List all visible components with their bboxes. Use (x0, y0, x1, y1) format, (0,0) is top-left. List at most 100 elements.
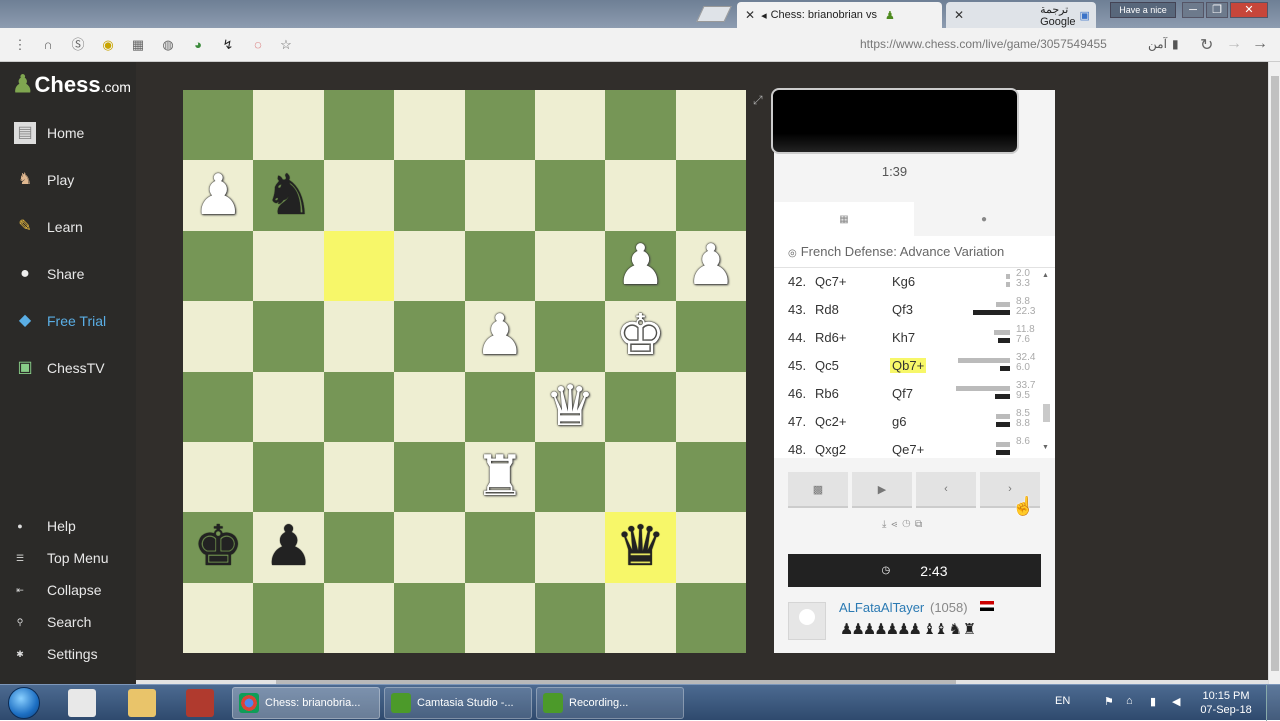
square-h6[interactable]: ♟ (675, 230, 746, 302)
square-b6[interactable] (253, 230, 324, 302)
system-clock[interactable]: 10:15 PM 07-Sep-18 (1196, 689, 1256, 717)
white-move[interactable]: Qc5 (815, 358, 839, 373)
square-a4[interactable] (183, 371, 254, 442)
square-g4[interactable] (605, 371, 676, 442)
scroll-down-icon[interactable]: ▼ (1042, 444, 1049, 451)
square-g5[interactable]: ♚ (605, 301, 676, 372)
close-tab-icon[interactable]: ✕ (954, 8, 964, 22)
square-c8[interactable] (323, 90, 395, 161)
square-g3[interactable] (605, 441, 676, 513)
square-b2[interactable]: ♟ (253, 512, 324, 583)
white-move[interactable]: Qc7+ (815, 274, 846, 289)
piece-f4[interactable]: ♛ (545, 378, 595, 435)
previous-move-button[interactable]: ‹ (916, 472, 976, 508)
square-b5[interactable] (253, 301, 324, 372)
sidebar-item-help[interactable]: ● Help (0, 515, 136, 537)
sidebar-item-free-trial[interactable]: ◆ Free Trial (0, 306, 136, 336)
scroll-thumb[interactable] (1271, 76, 1279, 671)
extension-search-icon[interactable]: ◉ (100, 37, 116, 53)
play-moves-button[interactable]: ▶ (852, 472, 912, 508)
square-b1[interactable] (253, 582, 324, 653)
new-tab-button[interactable] (696, 6, 732, 22)
sidebar-item-share[interactable]: ● Share (0, 259, 136, 289)
chess-board[interactable]: ♟ ♞ ♟ ♟ ♟ ♚ ♛ ♜ ♚ ♟ ♛ (183, 90, 746, 653)
chess-logo[interactable]: ♟Chess.com (12, 70, 131, 102)
flip-board-button[interactable]: ▩ (788, 472, 848, 508)
language-indicator[interactable]: EN (1055, 695, 1070, 707)
forward-icon[interactable]: → (1226, 35, 1242, 53)
player-name[interactable]: ALFataAlTayer (839, 600, 924, 615)
sidebar-item-learn[interactable]: ✎ Learn (0, 212, 136, 242)
square-b7[interactable]: ♞ (253, 160, 324, 231)
square-b4[interactable] (253, 371, 324, 442)
square-e8[interactable] (464, 90, 535, 161)
square-c3[interactable] (323, 441, 395, 513)
square-a3[interactable] (183, 441, 254, 513)
square-f3[interactable] (534, 441, 606, 513)
black-move[interactable]: Qb7+ (890, 358, 927, 373)
square-d2[interactable] (394, 512, 465, 583)
taskbar-item-chess[interactable]: Chess: brianobria... (232, 687, 380, 719)
network-icon[interactable]: ▮ (1150, 695, 1156, 708)
black-move[interactable]: Qf3 (890, 302, 915, 317)
piece-a7[interactable]: ♟ (193, 167, 243, 224)
square-d6[interactable] (394, 230, 465, 302)
square-b3[interactable] (253, 441, 324, 513)
piece-e5[interactable]: ♟ (475, 308, 525, 364)
url-text[interactable]: https://www.chess.com/live/game/30575494… (860, 37, 1107, 51)
square-d7[interactable] (394, 160, 465, 231)
square-h8[interactable] (675, 90, 746, 161)
extension-counter-icon[interactable]: ◌ (250, 37, 266, 53)
sidebar-item-chesstv[interactable]: ▣ ChessTV (0, 353, 136, 383)
start-button[interactable] (8, 687, 40, 719)
square-f1[interactable] (534, 582, 606, 653)
square-a7[interactable]: ♟ (183, 160, 254, 231)
download-icon[interactable]: ⤓ (882, 519, 891, 530)
square-f7[interactable] (534, 160, 606, 231)
show-desktop-button[interactable] (1266, 685, 1280, 721)
square-f4[interactable]: ♛ (534, 371, 606, 442)
square-a8[interactable] (183, 90, 254, 161)
white-move[interactable]: Rd8 (815, 302, 839, 317)
extension-magnet-icon[interactable]: ∩ (40, 37, 56, 53)
black-move[interactable]: Qe7+ (890, 442, 926, 457)
square-h5[interactable] (675, 301, 746, 372)
share-icon[interactable]: ⋖ (891, 519, 902, 530)
extension-image-icon[interactable]: ▦ (130, 37, 146, 53)
maximize-button[interactable]: ❐ (1206, 2, 1228, 18)
scroll-thumb[interactable] (1043, 404, 1050, 422)
taskbar-item-camtasia[interactable]: Camtasia Studio -... (384, 687, 532, 719)
sidebar-item-settings[interactable]: ✱ Settings (0, 643, 136, 665)
app-es-icon[interactable] (186, 689, 214, 717)
sidebar-item-collapse[interactable]: ⇤ Collapse (0, 579, 136, 601)
expand-board-icon[interactable]: ⤢ (753, 93, 763, 108)
reload-icon[interactable]: ↻ (1200, 35, 1213, 55)
tab-google-translate[interactable]: ✕ ترجمة Google ▣ (946, 2, 1096, 28)
square-g8[interactable] (605, 90, 676, 161)
square-e4[interactable] (464, 371, 535, 442)
square-e3[interactable]: ♜ (464, 441, 535, 513)
square-a2[interactable]: ♚ (183, 512, 254, 583)
square-c1[interactable] (323, 582, 395, 653)
square-g2[interactable]: ♛ (605, 512, 676, 583)
close-tab-icon[interactable]: ✕ (745, 8, 755, 22)
square-c4[interactable] (323, 371, 395, 442)
square-e1[interactable] (464, 582, 535, 653)
square-d8[interactable] (394, 90, 465, 161)
page-vertical-scrollbar[interactable] (1268, 62, 1280, 684)
square-d4[interactable] (394, 371, 465, 442)
square-a1[interactable] (183, 582, 254, 653)
square-f2[interactable] (534, 512, 606, 583)
square-f5[interactable] (534, 301, 606, 372)
white-move[interactable]: Qxg2 (815, 442, 846, 457)
taskbar-item-recording[interactable]: Recording... (536, 687, 684, 719)
square-d1[interactable] (394, 582, 465, 653)
square-b8[interactable] (253, 90, 324, 161)
device-icon[interactable]: ⌂ (1126, 695, 1133, 707)
move-list-scrollbar[interactable]: ▲ ▼ (1042, 272, 1051, 452)
menu-dots-icon[interactable]: ⋮ (12, 37, 28, 53)
tab-info[interactable]: ● (914, 202, 1054, 236)
extension-tool-icon[interactable]: ↯ (220, 37, 236, 53)
volume-icon[interactable]: ◀ (1172, 695, 1180, 708)
square-e6[interactable] (464, 230, 535, 302)
